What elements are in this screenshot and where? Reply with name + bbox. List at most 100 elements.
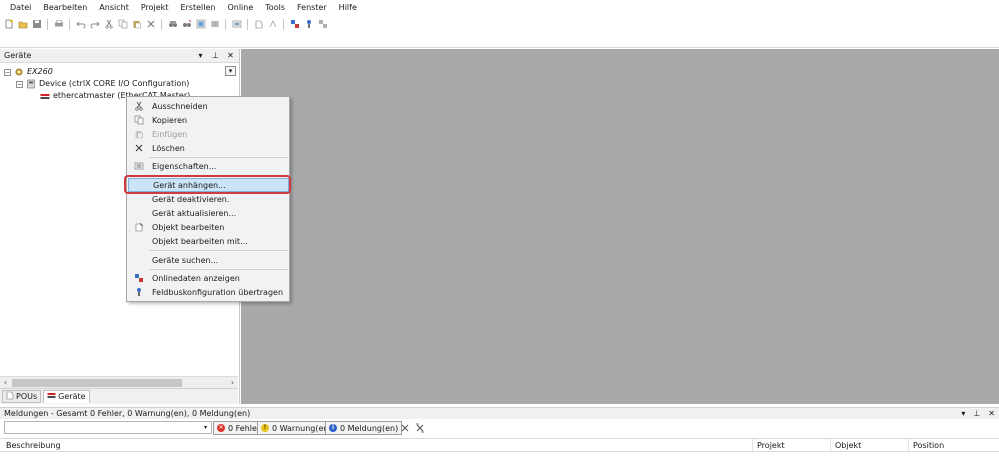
- open-folder-icon[interactable]: [17, 19, 28, 30]
- toolbar-separator: [225, 18, 226, 30]
- close-icon[interactable]: ✕: [226, 51, 235, 61]
- warnings-filter-button[interactable]: ! 0 Warnung(en): [257, 421, 336, 435]
- toolbar-separator: [69, 18, 70, 30]
- toolbar-separator: [47, 18, 48, 30]
- toolbar-separator: [283, 18, 284, 30]
- cut-icon[interactable]: [103, 19, 114, 30]
- info-icon: i: [329, 424, 337, 432]
- menu-item-label: Kopieren: [152, 115, 188, 125]
- messages-column-headers: Beschreibung Projekt Objekt Position: [0, 438, 999, 453]
- messages-panel-title: Meldungen - Gesamt 0 Fehler, 0 Warnung(e…: [4, 409, 251, 418]
- devices-panel-header: Geräte ▾ ⊥ ✕: [0, 49, 239, 63]
- login-icon[interactable]: [289, 19, 300, 30]
- menu-item-label: Onlinedaten anzeigen: [152, 273, 240, 283]
- column-beschreibung[interactable]: Beschreibung: [2, 439, 730, 453]
- scroll-thumb[interactable]: [12, 379, 182, 387]
- menu-item-kopieren[interactable]: Kopieren: [128, 113, 289, 127]
- messages-filter-bar: ▾ ✕ 0 Fehler ! 0 Warnung(en) i 0 Meldung…: [0, 419, 999, 437]
- menu-item-eigenschaften[interactable]: Eigenschaften...: [128, 159, 289, 173]
- pous-icon: [6, 391, 14, 402]
- collapse-icon[interactable]: −: [16, 80, 23, 88]
- menu-item-einfuegen: Einfügen: [128, 127, 289, 141]
- menu-fenster[interactable]: Fenster: [291, 0, 333, 16]
- message-category-select[interactable]: ▾: [4, 421, 212, 434]
- device-module-icon: [26, 79, 36, 89]
- select-all-icon[interactable]: [195, 19, 206, 30]
- tree-node-ex260[interactable]: − EX260: [4, 66, 53, 78]
- save-icon[interactable]: [31, 19, 42, 30]
- tab-geraete[interactable]: Geräte: [43, 390, 90, 403]
- help-icon[interactable]: [267, 19, 278, 30]
- menu-item-label: Gerät aktualisieren...: [152, 208, 237, 218]
- paste-icon[interactable]: [131, 19, 142, 30]
- delete-x-icon: [128, 141, 150, 155]
- dropdown-arrow-icon[interactable]: ▾: [196, 51, 205, 61]
- edit-object-icon: [128, 220, 150, 234]
- menu-erstellen[interactable]: Erstellen: [174, 0, 221, 16]
- scroll-left-icon[interactable]: ‹: [0, 378, 11, 387]
- close-icon[interactable]: ✕: [988, 409, 995, 418]
- column-projekt[interactable]: Projekt: [752, 439, 830, 453]
- properties-icon: [128, 159, 150, 173]
- tab-pous[interactable]: POUs: [2, 390, 42, 403]
- new-file-icon[interactable]: [3, 19, 14, 30]
- menu-item-geraete-suchen[interactable]: Geräte suchen...: [128, 253, 289, 267]
- menu-item-feldbuskonfiguration-uebertragen[interactable]: Feldbuskonfiguration übertragen: [128, 285, 289, 299]
- menu-online[interactable]: Online: [221, 0, 259, 16]
- redo-icon[interactable]: [89, 19, 100, 30]
- pin-icon[interactable]: ⊥: [211, 51, 220, 61]
- online-data-icon: [128, 271, 150, 285]
- tree-filter-dropdown-icon[interactable]: ▾: [225, 66, 236, 76]
- toolbar-separator: [161, 18, 162, 30]
- column-objekt[interactable]: Objekt: [830, 439, 908, 453]
- menu-item-geraet-deaktivieren[interactable]: Gerät deaktivieren.: [128, 192, 289, 206]
- menu-item-geraet-aktualisieren[interactable]: Gerät aktualisieren...: [128, 206, 289, 220]
- copy-icon: [128, 113, 150, 127]
- menu-item-label: Geräte suchen...: [152, 255, 219, 265]
- tree-node-device[interactable]: − Device (ctrlX CORE I/O Configuration): [16, 78, 189, 90]
- warning-icon: !: [261, 424, 269, 432]
- menu-datei[interactable]: Datei: [4, 0, 37, 16]
- menu-item-label: Löschen: [152, 143, 185, 153]
- menu-hilfe[interactable]: Hilfe: [333, 0, 363, 16]
- menubar: Datei Bearbeiten Ansicht Projekt Erstell…: [0, 0, 999, 16]
- menu-item-objekt-bearbeiten[interactable]: Objekt bearbeiten: [128, 220, 289, 234]
- copy-icon[interactable]: [117, 19, 128, 30]
- replace-icon[interactable]: [181, 19, 192, 30]
- menu-ansicht[interactable]: Ansicht: [93, 0, 135, 16]
- menu-separator: [149, 250, 288, 251]
- bookmark-icon[interactable]: [209, 19, 220, 30]
- new-object-icon[interactable]: [253, 19, 264, 30]
- error-icon: ✕: [217, 424, 225, 432]
- column-position[interactable]: Position: [908, 439, 998, 453]
- tree-label: Device (ctrlX CORE I/O Configuration): [39, 79, 190, 88]
- horizontal-scrollbar[interactable]: ‹ ›: [0, 376, 238, 388]
- find-icon[interactable]: [167, 19, 178, 30]
- undo-icon[interactable]: [75, 19, 86, 30]
- menu-item-objekt-bearbeiten-mit[interactable]: Objekt bearbeiten mit...: [128, 234, 289, 248]
- print-icon[interactable]: [53, 19, 64, 30]
- errors-filter-label: 0 Fehler: [228, 423, 261, 433]
- device-icon[interactable]: [303, 19, 314, 30]
- menu-item-ausschneiden[interactable]: Ausschneiden: [128, 99, 289, 113]
- dropdown-arrow-icon[interactable]: ▾: [961, 409, 965, 418]
- messages-list: [0, 453, 999, 470]
- network-icon[interactable]: [317, 19, 328, 30]
- scroll-right-icon[interactable]: ›: [227, 378, 238, 387]
- collapse-icon[interactable]: −: [4, 68, 11, 76]
- clear-messages-icon[interactable]: [400, 423, 410, 435]
- tab-label: Geräte: [58, 392, 86, 401]
- delete-icon[interactable]: [145, 19, 156, 30]
- menu-projekt[interactable]: Projekt: [135, 0, 175, 16]
- menu-bearbeiten[interactable]: Bearbeiten: [37, 0, 93, 16]
- messages-panel-header: Meldungen - Gesamt 0 Fehler, 0 Warnung(e…: [0, 407, 999, 419]
- pin-icon[interactable]: ⊥: [973, 409, 980, 418]
- chevron-down-icon: ▾: [203, 424, 207, 431]
- menu-item-loeschen[interactable]: Löschen: [128, 141, 289, 155]
- clear-all-messages-icon[interactable]: [415, 423, 425, 435]
- menu-tools[interactable]: Tools: [259, 0, 291, 16]
- menu-item-onlinedaten-anzeigen[interactable]: Onlinedaten anzeigen: [128, 271, 289, 285]
- fieldbus-icon: [128, 285, 150, 299]
- messages-filter-button[interactable]: i 0 Meldung(en): [325, 421, 403, 435]
- build-icon[interactable]: [231, 19, 242, 30]
